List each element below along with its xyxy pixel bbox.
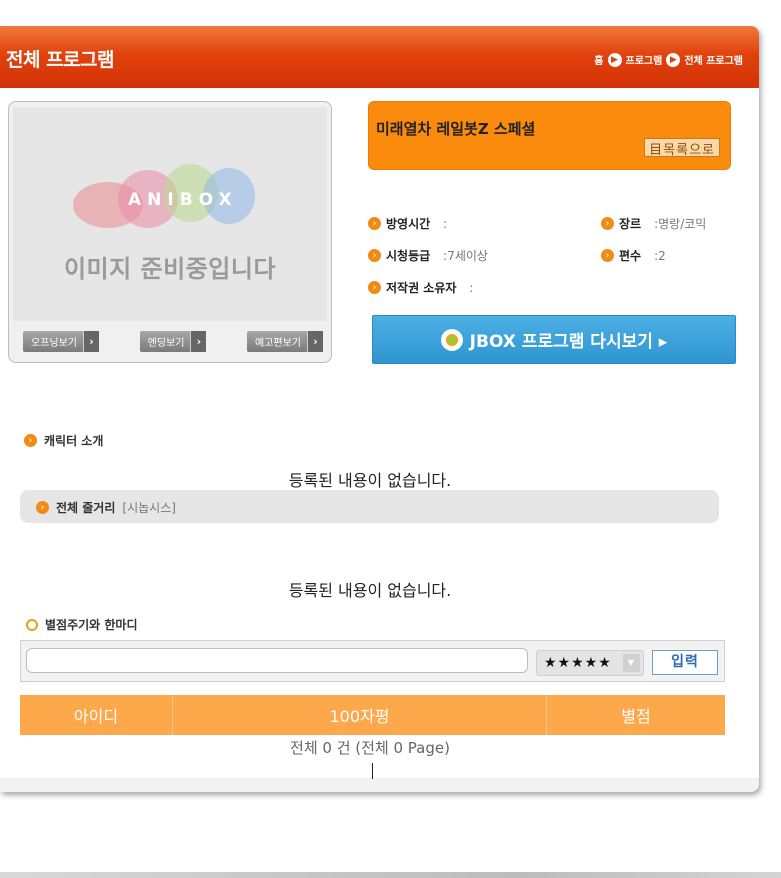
chevron-right-icon: › bbox=[307, 331, 323, 352]
arrow-right-icon: ▶ bbox=[666, 52, 681, 67]
breadcrumb: 홈 ▶ 프로그램 ▶ 전체 프로그램 bbox=[594, 52, 743, 67]
panel-header: 전체 프로그램 홈 ▶ 프로그램 ▶ 전체 프로그램 bbox=[0, 26, 759, 88]
bottom-divider bbox=[0, 872, 781, 878]
arrow-circle-icon: › bbox=[24, 434, 37, 447]
pagination-total: 전체 0 건 (전체 0 Page) bbox=[290, 739, 450, 757]
anibox-logo: ANIBOX bbox=[73, 162, 273, 232]
info-copyright: › 저작권 소유자 : bbox=[368, 279, 473, 296]
info-episodes: › 편수 :2 bbox=[601, 247, 666, 264]
synopsis-section-label: › 전체 줄거리 [시놉시스] bbox=[36, 499, 176, 516]
circle-icon bbox=[26, 618, 38, 631]
image-placeholder-text: 이미지 준비중입니다 bbox=[63, 255, 277, 283]
character-section-label: › 캐릭터 소개 bbox=[24, 432, 103, 449]
info-air-time: › 방영시간 : bbox=[368, 215, 447, 232]
synopsis-bar: › 전체 줄거리 [시놉시스] bbox=[20, 490, 719, 523]
chevron-down-icon: ▼ bbox=[623, 654, 640, 672]
trailer-button[interactable]: 예고편보기 › bbox=[247, 331, 323, 352]
arrow-circle-icon: › bbox=[601, 249, 614, 262]
content-area: ANIBOX 이미지 준비중입니다 오프닝보기 › 엔딩보기 › 예고편보기 › bbox=[0, 88, 759, 779]
chevron-right-icon: › bbox=[190, 331, 207, 352]
breadcrumb-all-programs[interactable]: 전체 프로그램 bbox=[684, 52, 743, 67]
character-empty-message: 등록된 내용이 없습니다. bbox=[288, 471, 452, 490]
ending-button[interactable]: 엔딩보기 › bbox=[139, 331, 207, 352]
info-rating: › 시청등급 :7세이상 bbox=[368, 247, 488, 264]
program-title: 미래열차 레일봇Z 스페셜 bbox=[376, 120, 536, 138]
synopsis-empty-message: 등록된 내용이 없습니다. bbox=[288, 581, 452, 600]
logo-text: ANIBOX bbox=[128, 190, 238, 210]
arrow-right-icon: ▶ bbox=[607, 52, 622, 67]
jbox-icon bbox=[440, 328, 463, 351]
preview-buttons: 오프닝보기 › 엔딩보기 › 예고편보기 › bbox=[23, 331, 323, 352]
rating-section-label: 별점주기와 한마디 bbox=[26, 616, 138, 633]
info-genre: › 장르 :명랑/코믹 bbox=[601, 215, 706, 232]
poster-image: ANIBOX 이미지 준비중입니다 bbox=[13, 107, 327, 321]
text-cursor bbox=[372, 763, 373, 779]
poster-box: ANIBOX 이미지 준비중입니다 오프닝보기 › 엔딩보기 › 예고편보기 › bbox=[8, 101, 332, 363]
comment-form: ★★★★★ ▼ 입력 bbox=[20, 640, 725, 682]
opening-button[interactable]: 오프닝보기 › bbox=[23, 331, 99, 352]
back-to-list-button[interactable]: 目목록으로 bbox=[644, 138, 720, 158]
breadcrumb-home[interactable]: 홈 bbox=[594, 52, 603, 67]
program-panel: 전체 프로그램 홈 ▶ 프로그램 ▶ 전체 프로그램 ANIBOX 이미지 준비… bbox=[0, 26, 759, 792]
chevron-right-icon: › bbox=[83, 331, 99, 352]
arrow-circle-icon: › bbox=[368, 249, 381, 262]
arrow-circle-icon: › bbox=[36, 501, 49, 514]
arrow-circle-icon: › bbox=[368, 281, 381, 294]
page-title: 전체 프로그램 bbox=[6, 49, 115, 71]
star-rating-select[interactable]: ★★★★★ ▼ bbox=[536, 650, 644, 676]
arrow-circle-icon: › bbox=[368, 217, 381, 230]
column-id: 아이디 bbox=[20, 695, 173, 735]
arrow-circle-icon: › bbox=[601, 217, 614, 230]
submit-comment-button[interactable]: 입력 bbox=[652, 650, 718, 675]
comment-input[interactable] bbox=[26, 648, 528, 673]
column-review: 100자평 bbox=[173, 695, 547, 735]
column-stars: 별점 bbox=[621, 707, 651, 726]
comment-table-header: 아이디 100자평 별점 bbox=[20, 695, 725, 735]
program-title-box: 미래열차 레일봇Z 스페셜 目목록으로 bbox=[368, 101, 731, 170]
jbox-replay-button[interactable]: JBOX 프로그램 다시보기 ▸ bbox=[372, 315, 736, 364]
breadcrumb-program[interactable]: 프로그램 bbox=[626, 52, 663, 67]
